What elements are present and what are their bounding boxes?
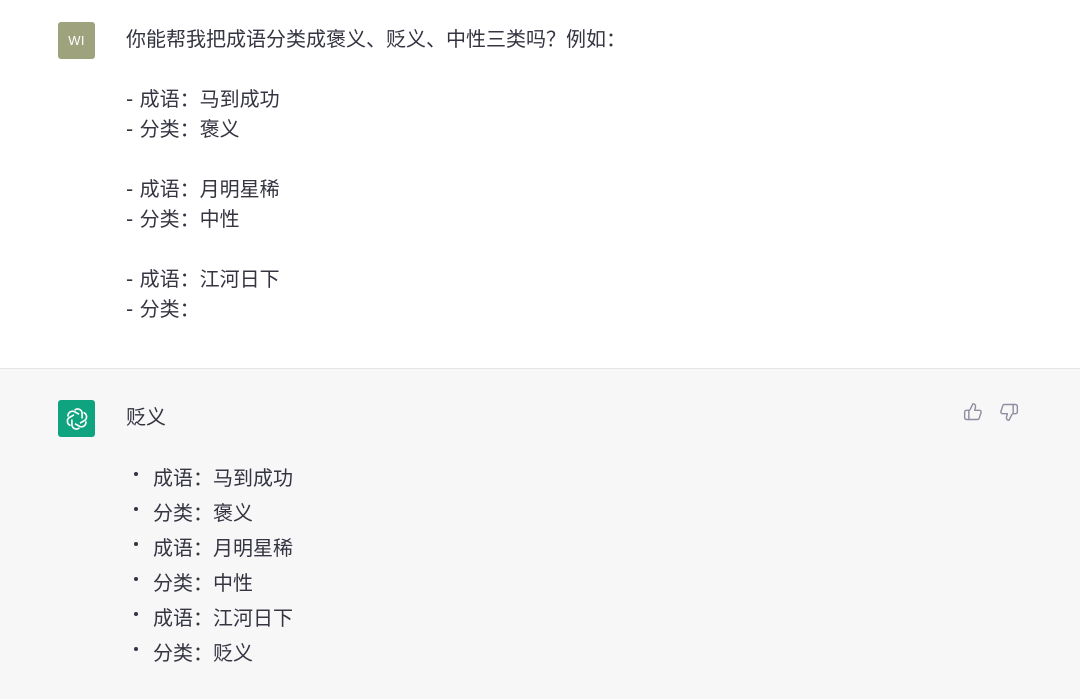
list-item-text: 成语：马到成功 — [153, 466, 293, 490]
like-button[interactable] — [962, 401, 984, 423]
user-message-blank-line — [126, 144, 946, 174]
list-item-text: 分类：褒义 — [153, 501, 253, 525]
list-item-text: 分类：贬义 — [153, 641, 253, 665]
list-item-text: 成语：月明星稀 — [153, 536, 293, 560]
bullet-icon — [134, 577, 138, 581]
user-message-line: - 成语：月明星稀 — [126, 177, 280, 201]
list-item: 成语：月明星稀 — [126, 533, 293, 568]
bullet-icon — [134, 612, 138, 616]
list-item-text: 成语：江河日下 — [153, 606, 293, 630]
user-avatar-initials: WI — [68, 33, 85, 48]
bullet-icon — [134, 507, 138, 511]
assistant-avatar — [58, 400, 95, 437]
assistant-answer-list: 成语：马到成功 分类：褒义 成语：月明星稀 分类：中性 成语：江河日下 分类：贬… — [126, 463, 293, 673]
list-item-text: 分类：中性 — [153, 571, 253, 595]
user-message-line: - 分类：中性 — [126, 207, 240, 231]
user-message-line: - 分类：褒义 — [126, 117, 240, 141]
list-item: 成语：马到成功 — [126, 463, 293, 498]
assistant-message: 贬义 成语：马到成功 分类：褒义 成语：月明星稀 分类：中性 成语：江河日下 分… — [0, 369, 1080, 699]
user-message-blank-line — [126, 234, 946, 264]
user-message-line: - 分类： — [126, 297, 200, 321]
user-message: WI 你能帮我把成语分类成褒义、贬义、中性三类吗？例如： - 成语：马到成功 -… — [0, 0, 1080, 369]
bullet-icon — [134, 472, 138, 476]
dislike-button[interactable] — [998, 401, 1020, 423]
user-message-text: 你能帮我把成语分类成褒义、贬义、中性三类吗？例如： - 成语：马到成功 - 分类… — [126, 24, 946, 324]
list-item: 分类：褒义 — [126, 498, 293, 533]
user-message-line: - 成语：江河日下 — [126, 267, 280, 291]
assistant-answer: 贬义 — [126, 405, 166, 429]
list-item: 成语：江河日下 — [126, 603, 293, 638]
user-message-line: - 成语：马到成功 — [126, 87, 280, 111]
bullet-icon — [134, 647, 138, 651]
thumbs-up-icon — [963, 402, 982, 421]
bullet-icon — [134, 542, 138, 546]
user-message-line: 你能帮我把成语分类成褒义、贬义、中性三类吗？例如： — [126, 27, 626, 51]
thumbs-down-icon — [1000, 403, 1019, 422]
chat-thread: WI 你能帮我把成语分类成褒义、贬义、中性三类吗？例如： - 成语：马到成功 -… — [0, 0, 1080, 699]
user-message-blank-line — [126, 54, 946, 84]
user-avatar: WI — [58, 22, 95, 59]
openai-logo-icon — [66, 407, 87, 430]
feedback-buttons — [962, 401, 1020, 423]
list-item: 分类：贬义 — [126, 638, 293, 673]
list-item: 分类：中性 — [126, 568, 293, 603]
